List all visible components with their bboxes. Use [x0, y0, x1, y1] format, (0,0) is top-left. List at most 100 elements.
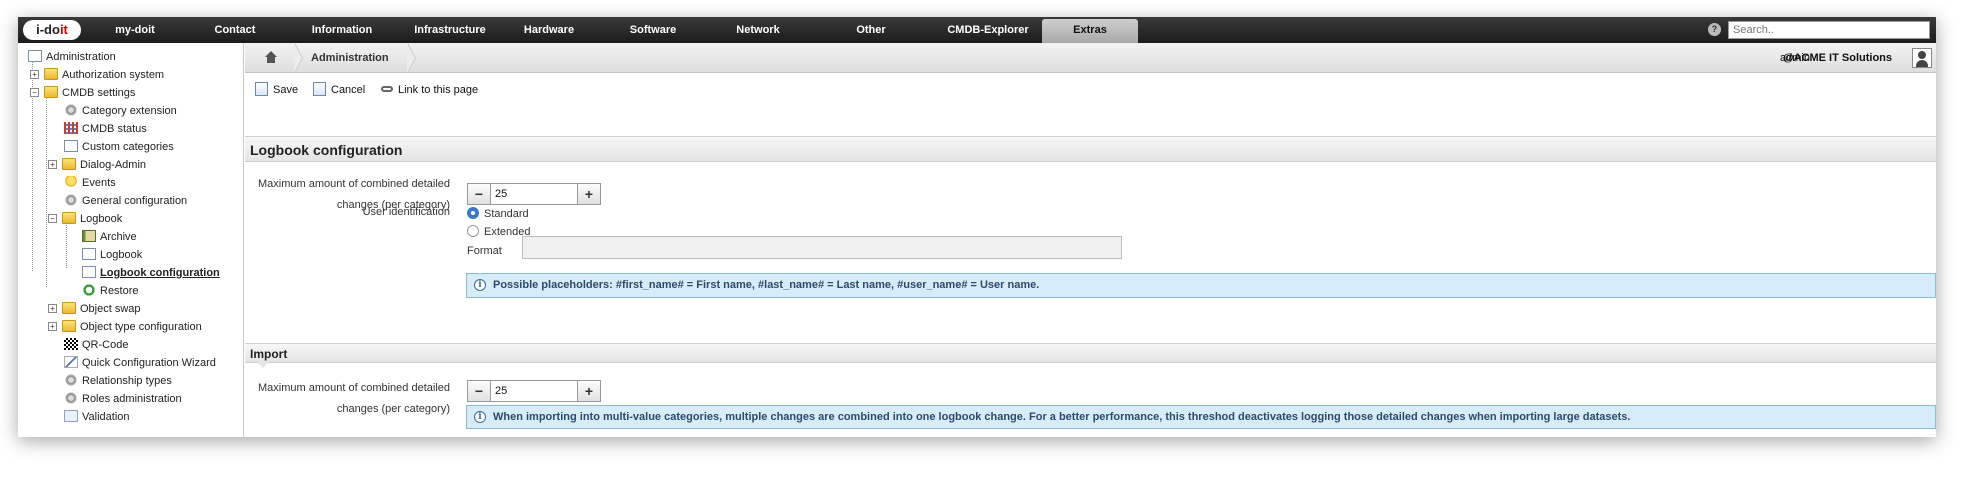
administration-icon	[28, 50, 42, 62]
tree-item-validation[interactable]: Validation	[64, 408, 130, 426]
home-icon[interactable]	[265, 51, 277, 63]
save-button[interactable]: Save	[255, 82, 298, 98]
folder-icon	[62, 302, 76, 314]
nav-item-infrastructure[interactable]: Infrastructure	[401, 17, 499, 43]
tree-item-archive[interactable]: Archive	[82, 228, 137, 246]
collapse-minus-icon[interactable]: −	[48, 214, 57, 223]
decrement-button[interactable]: −	[467, 380, 491, 402]
tree-item-label: Logbook	[100, 249, 143, 261]
tree-item-relationship-types[interactable]: Relationship types	[64, 372, 172, 390]
radio-standard[interactable]: Standard	[467, 205, 529, 223]
folder-open-icon	[44, 86, 58, 98]
tree-item-label: Roles administration	[82, 393, 182, 405]
tree-item-logbook-configuration[interactable]: Logbook configuration	[82, 264, 220, 282]
tree-item-label: CMDB settings	[62, 87, 136, 99]
tree-item-label: Authorization system	[62, 69, 165, 81]
search-input[interactable]	[1728, 21, 1930, 39]
tree-item-roles-administration[interactable]: Roles administration	[64, 390, 182, 408]
tree-item-events[interactable]: Events	[64, 174, 116, 192]
radio-button[interactable]	[467, 225, 479, 237]
gear-icon	[64, 104, 78, 116]
tree-item-cmdb-settings[interactable]: − CMDB settings	[30, 84, 135, 102]
tree-item-general-configuration[interactable]: General configuration	[64, 192, 187, 210]
restore-icon	[82, 284, 96, 296]
info-icon: i	[474, 279, 486, 291]
search-help-icon[interactable]: ?	[1708, 23, 1721, 36]
label-line: Maximum amount of combined detailed	[258, 382, 450, 394]
tree-item-qr-code[interactable]: QR-Code	[64, 336, 128, 354]
gear-icon	[64, 374, 78, 386]
import-info-text: When importing into multi-value categori…	[493, 411, 1631, 423]
format-label: Format	[467, 245, 502, 257]
breadcrumb-separator	[407, 43, 415, 73]
tree-item-label: Dialog-Admin	[80, 159, 147, 171]
archive-book-icon	[82, 230, 96, 242]
tree-item-restore[interactable]: Restore	[82, 282, 139, 300]
tree-item-authorization-system[interactable]: + Authorization system	[30, 66, 164, 84]
import-max-combined-changes-value[interactable]: 25	[491, 380, 577, 402]
toolbar: Save Cancel Link to this page	[245, 74, 1936, 104]
nav-item-other[interactable]: Other	[843, 17, 899, 43]
tree-item-category-extension[interactable]: Category extension	[64, 102, 177, 120]
collapse-minus-icon[interactable]: −	[30, 88, 39, 97]
gear-icon	[64, 392, 78, 404]
label-line: changes (per category)	[336, 403, 450, 415]
link-to-page-button[interactable]: Link to this page	[381, 82, 478, 98]
tree-item-label: Object type configuration	[80, 321, 202, 333]
user-identification-label: User identification	[362, 206, 450, 218]
logbook-icon	[82, 248, 96, 260]
expand-plus-icon[interactable]: +	[30, 70, 39, 79]
user-company[interactable]: @ACME IT Solutions	[1783, 43, 1892, 73]
nav-item-software[interactable]: Software	[618, 17, 688, 43]
tree-item-label: Restore	[100, 285, 139, 297]
increment-button[interactable]: +	[577, 380, 601, 402]
cancel-label: Cancel	[331, 84, 366, 96]
qr-code-icon	[64, 338, 78, 350]
tree-item-object-swap[interactable]: + Object swap	[48, 300, 141, 318]
breadcrumb: Administration admin @ACME IT Solutions	[245, 43, 1936, 73]
tree-item-logbook[interactable]: Logbook	[82, 246, 142, 264]
avatar[interactable]	[1912, 48, 1932, 68]
increment-button[interactable]: +	[577, 183, 601, 205]
cancel-button[interactable]: Cancel	[313, 82, 365, 98]
radio-button-checked[interactable]	[467, 207, 479, 219]
tree-item-label: Object swap	[80, 303, 141, 315]
tree-item-label: Logbook configuration	[100, 267, 220, 279]
link-label: Link to this page	[398, 84, 479, 96]
i-doit-logo[interactable]: i-doit	[23, 20, 81, 40]
folder-icon	[62, 158, 76, 170]
import-max-combined-changes-label: Maximum amount of combined detailed chan…	[245, 381, 450, 417]
breadcrumb-item-administration[interactable]: Administration	[311, 43, 389, 73]
tree-item-administration[interactable]: Administration	[28, 48, 116, 66]
tree-item-object-type-configuration[interactable]: + Object type configuration	[48, 318, 202, 336]
nav-item-extras[interactable]: Extras	[1042, 19, 1138, 43]
tree-item-quick-configuration-wizard[interactable]: Quick Configuration Wizard	[64, 354, 216, 372]
format-input[interactable]	[522, 236, 1122, 259]
expand-plus-icon[interactable]: +	[48, 322, 57, 331]
folder-icon	[44, 68, 58, 80]
radio-extended[interactable]: Extended	[467, 223, 530, 241]
nav-item-network[interactable]: Network	[723, 17, 793, 43]
tree-item-cmdb-status[interactable]: CMDB status	[64, 120, 147, 138]
decrement-button[interactable]: −	[467, 183, 491, 205]
tree-item-dialog-admin[interactable]: + Dialog-Admin	[48, 156, 146, 174]
tree-item-label: Relationship types	[82, 375, 172, 387]
info-icon: i	[474, 411, 486, 423]
nav-item-my-doit[interactable]: my-doit	[96, 17, 174, 43]
nav-item-information[interactable]: Information	[298, 17, 386, 43]
expand-plus-icon[interactable]: +	[48, 160, 57, 169]
tree-item-custom-categories[interactable]: Custom categories	[64, 138, 174, 156]
nav-item-hardware[interactable]: Hardware	[510, 17, 588, 43]
wizard-icon	[64, 356, 78, 368]
status-grid-icon	[64, 122, 78, 134]
max-combined-changes-value[interactable]: 25	[491, 183, 577, 205]
nav-item-cmdb-explorer[interactable]: CMDB-Explorer	[938, 17, 1038, 43]
tree-item-label: Custom categories	[82, 141, 174, 153]
expand-plus-icon[interactable]: +	[48, 304, 57, 313]
tree-item-label: Archive	[100, 231, 137, 243]
app-window: i-doit my-doit Contact Information Infra…	[18, 17, 1936, 437]
top-navigation: i-doit my-doit Contact Information Infra…	[18, 17, 1936, 43]
nav-item-contact[interactable]: Contact	[200, 17, 270, 43]
link-icon	[381, 86, 393, 92]
tree-item-logbook-folder[interactable]: − Logbook	[48, 210, 122, 228]
